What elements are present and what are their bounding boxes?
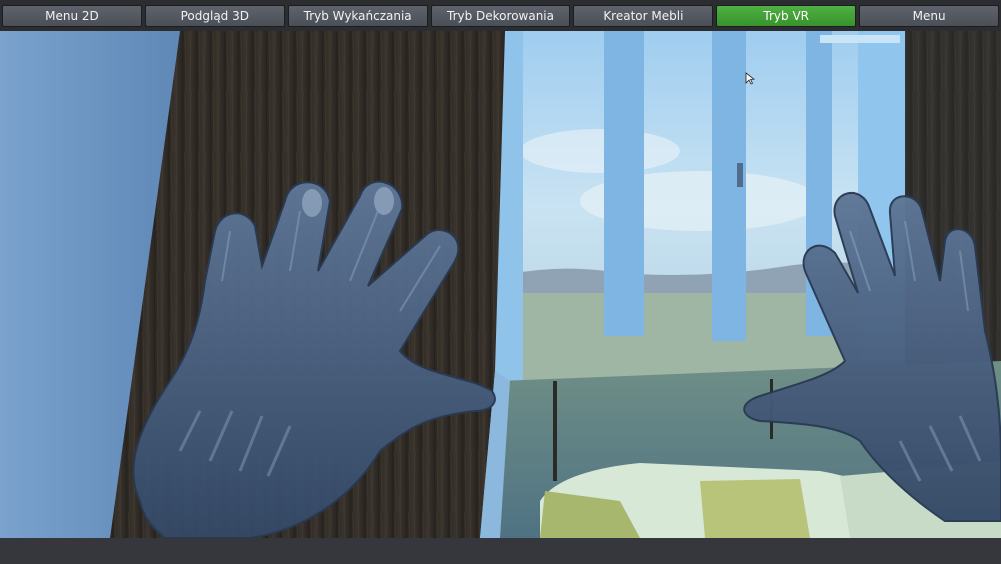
vr-app-window: Menu 2D Podgląd 3D Tryb Wykańczania Tryb… bbox=[0, 0, 1001, 564]
vr-scene bbox=[0, 31, 1001, 538]
preview-3d-button[interactable]: Podgląd 3D bbox=[144, 5, 285, 27]
menu-button[interactable]: Menu bbox=[859, 5, 1000, 27]
bottom-status-bar bbox=[0, 538, 1001, 564]
mode-toolbar: Menu 2D Podgląd 3D Tryb Wykańczania Tryb… bbox=[0, 0, 1001, 31]
vr-viewport[interactable] bbox=[0, 31, 1001, 538]
finishing-mode-button[interactable]: Tryb Wykańczania bbox=[287, 5, 428, 27]
vr-mode-button[interactable]: Tryb VR bbox=[716, 5, 857, 27]
furniture-creator-button[interactable]: Kreator Mebli bbox=[573, 5, 714, 27]
decorating-mode-button[interactable]: Tryb Dekorowania bbox=[430, 5, 571, 27]
menu-2d-button[interactable]: Menu 2D bbox=[2, 5, 142, 27]
